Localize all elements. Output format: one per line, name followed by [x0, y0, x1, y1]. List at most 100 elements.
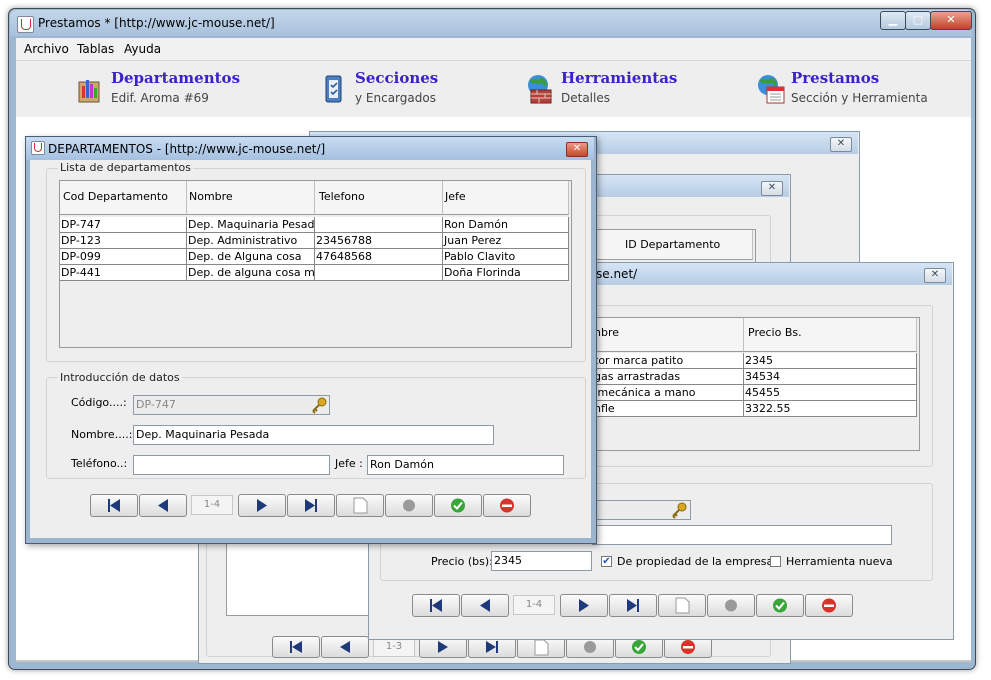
menu-ayuda[interactable]: Ayuda — [124, 42, 161, 56]
minimize-button[interactable]: ▁ — [880, 11, 906, 30]
table-cell[interactable]: Dep. de Alguna cosa — [187, 249, 315, 265]
new-document-icon — [675, 597, 690, 614]
table-cell[interactable]: Juan Perez — [443, 233, 569, 249]
herramientas-cell[interactable]: tor marca patito — [575, 353, 744, 369]
close-button[interactable]: ✕ — [930, 11, 972, 30]
departamentos-record-counter: 1-4 — [191, 495, 233, 515]
secciones-col-id-departamento[interactable]: ID Departamento — [591, 230, 753, 260]
departamentos-next-button[interactable] — [238, 494, 286, 517]
herramientas-cell[interactable]: 34534 — [744, 369, 917, 385]
herramientas-cell[interactable]: 3322.55 — [744, 401, 917, 417]
previous-record-icon — [340, 641, 350, 653]
departamentos-save-button[interactable] — [434, 494, 482, 517]
herramientas-record-counter: 1-4 — [513, 595, 555, 615]
herramientas-last-button[interactable] — [609, 594, 657, 617]
departamentos-close-button[interactable]: ✕ — [566, 142, 588, 157]
herramientas-save-button[interactable] — [756, 594, 804, 617]
table-cell[interactable]: Dep. Administrativo — [187, 233, 315, 249]
nombre-field[interactable]: Dep. Maquinaria Pesada — [133, 425, 494, 445]
table-cell[interactable]: DP-099 — [60, 249, 187, 265]
nombre-label: Nombre....: — [71, 428, 133, 441]
key-icon[interactable] — [310, 396, 328, 414]
new-document-icon — [353, 497, 368, 514]
departamentos-icon[interactable] — [76, 72, 104, 104]
herramientas-cell[interactable]: mecánica a mano — [575, 385, 744, 401]
herramientas-new-button[interactable] — [658, 594, 706, 617]
toolbar-secciones-title[interactable]: Secciones — [355, 69, 438, 87]
col-nombre[interactable]: Nombre — [187, 181, 315, 215]
new-document-icon — [534, 639, 549, 656]
herramientas-cancel-button[interactable] — [707, 594, 755, 617]
departamentos-first-button[interactable] — [90, 494, 138, 517]
green-check-icon — [632, 640, 646, 654]
herramientas-col-precio[interactable]: Precio Bs. — [744, 318, 917, 352]
back-window-close-button[interactable]: ✕ — [830, 137, 852, 152]
jefe-field[interactable]: Ron Damón — [367, 455, 564, 475]
secciones-first-button[interactable] — [272, 636, 320, 658]
maximize-button[interactable]: □ — [905, 11, 931, 30]
green-check-icon — [451, 498, 465, 513]
herramientas-first-button[interactable] — [412, 594, 460, 617]
table-cell[interactable]: DP-123 — [60, 233, 187, 249]
table-cell[interactable]: DP-441 — [60, 265, 187, 281]
telefono-label: Teléfono..: — [71, 457, 128, 470]
table-cell[interactable] — [315, 217, 443, 233]
herramientas-col-nombre[interactable]: nbre — [575, 318, 744, 352]
col-cod-departamento[interactable]: Cod Departamento — [60, 181, 187, 215]
departamentos-cancel-button[interactable] — [385, 494, 433, 517]
toolbar-prestamos-title[interactable]: Prestamos — [791, 69, 879, 87]
herramientas-title-text: se.net/ — [596, 267, 638, 281]
herramientas-cell[interactable]: 45455 — [744, 385, 917, 401]
table-cell[interactable] — [315, 265, 443, 281]
table-cell[interactable]: Doña Florinda — [443, 265, 569, 281]
jefe-label: Jefe : — [335, 457, 363, 470]
table-cell[interactable]: Dep. Maquinaria Pesada — [187, 217, 315, 233]
introduccion-datos-label: Introducción de datos — [58, 371, 182, 384]
herramientas-cell[interactable]: 2345 — [744, 353, 917, 369]
secciones-prev-button[interactable] — [321, 636, 369, 658]
first-record-icon — [430, 599, 442, 612]
herramientas-next-button[interactable] — [560, 594, 608, 617]
table-cell[interactable]: 47648568 — [315, 249, 443, 265]
secciones-close-button[interactable]: ✕ — [761, 181, 783, 196]
table-cell[interactable]: Dep. de alguna cosa más — [187, 265, 315, 281]
precio-label: Precio (bs): — [431, 555, 493, 568]
green-check-icon — [773, 598, 787, 613]
propiedad-checkbox[interactable]: ✔ — [601, 556, 612, 567]
table-cell[interactable]: Pablo Clavito — [443, 249, 569, 265]
herramientas-cell[interactable]: nfle — [575, 401, 744, 417]
toolbar-secciones-subtitle: y Encargados — [355, 91, 436, 105]
herramientas-close-button[interactable]: ✕ — [924, 268, 946, 283]
menu-tablas[interactable]: Tablas — [77, 42, 114, 56]
col-jefe[interactable]: Jefe — [443, 181, 569, 215]
toolbar-herramientas-title[interactable]: Herramientas — [561, 69, 677, 87]
col-telefono[interactable]: Telefono — [315, 181, 443, 215]
secciones-icon[interactable] — [322, 72, 346, 104]
toolbar-departamentos-title[interactable]: Departamentos — [111, 69, 240, 87]
table-cell[interactable]: DP-747 — [60, 217, 187, 233]
next-record-icon — [579, 599, 589, 612]
codigo-field[interactable]: DP-747 — [133, 395, 330, 415]
menu-archivo[interactable]: Archivo — [24, 42, 69, 56]
secciones-record-counter: 1-3 — [373, 637, 415, 657]
herramientas-nombre-field[interactable] — [592, 525, 892, 545]
table-cell[interactable]: Ron Damón — [443, 217, 569, 233]
first-record-icon — [108, 499, 120, 512]
departamentos-new-button[interactable] — [336, 494, 384, 517]
herramientas-icon[interactable] — [525, 73, 555, 105]
nueva-label: Herramienta nueva — [786, 555, 893, 568]
gray-dot-icon — [584, 641, 596, 653]
lista-departamentos-label: Lista de departamentos — [58, 161, 193, 174]
table-cell[interactable]: 23456788 — [315, 233, 443, 249]
precio-field[interactable]: 2345 — [491, 551, 592, 571]
herramientas-delete-button[interactable] — [805, 594, 853, 617]
herramientas-cell[interactable]: gas arrastradas — [575, 369, 744, 385]
telefono-field[interactable] — [133, 455, 330, 475]
departamentos-prev-button[interactable] — [139, 494, 187, 517]
prestamos-icon[interactable] — [756, 73, 786, 105]
key-icon[interactable] — [670, 501, 688, 519]
departamentos-delete-button[interactable] — [483, 494, 531, 517]
nueva-checkbox[interactable] — [770, 556, 781, 567]
herramientas-prev-button[interactable] — [461, 594, 509, 617]
departamentos-last-button[interactable] — [287, 494, 335, 517]
